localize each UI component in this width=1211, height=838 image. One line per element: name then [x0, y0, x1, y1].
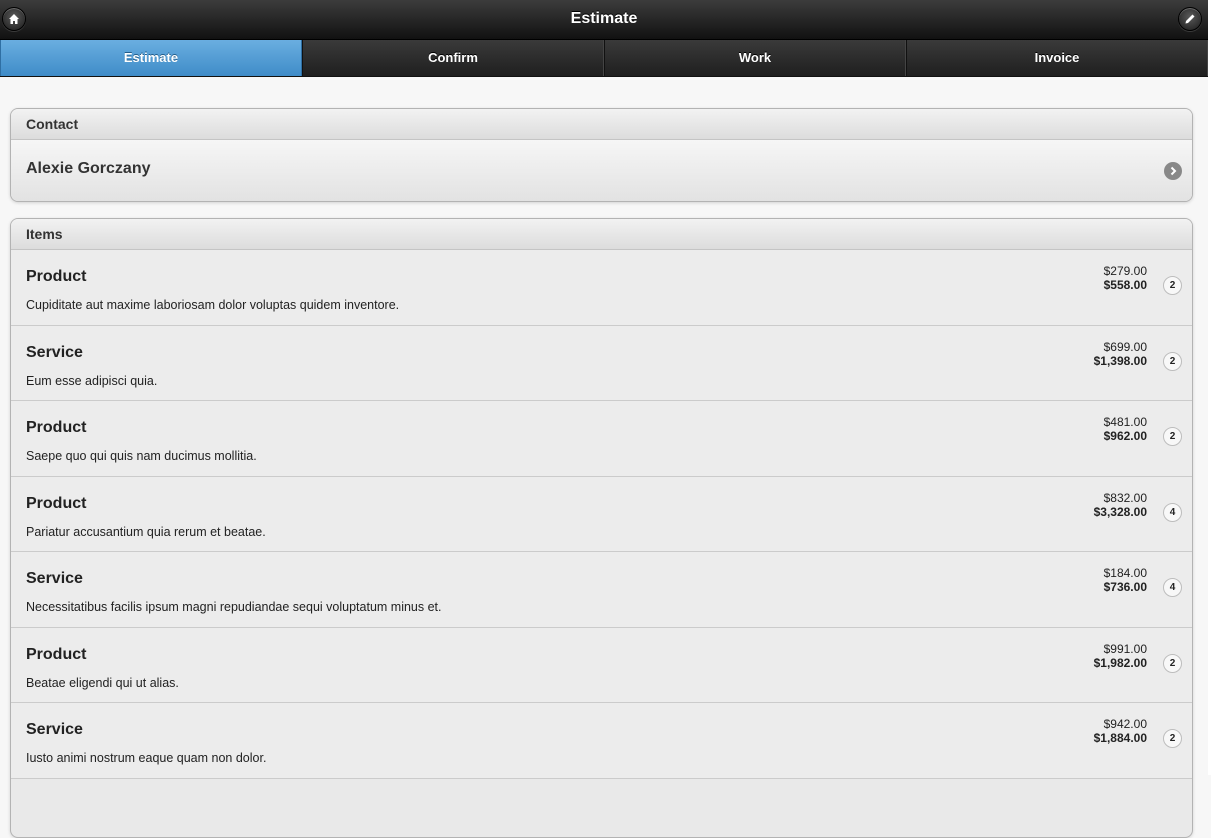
list-item[interactable]: Product Pariatur accusantium quia rerum … [11, 476, 1192, 552]
item-description: Pariatur accusantium quia rerum et beata… [26, 524, 266, 539]
quantity-badge: 2 [1163, 653, 1182, 673]
tab-work[interactable]: Work [604, 40, 906, 76]
item-unit-price: $942.00 [1103, 717, 1147, 731]
item-title: Product [26, 419, 87, 436]
home-icon [8, 13, 20, 25]
list-item[interactable]: Product Beatae eligendi qui ut alias. $9… [11, 627, 1192, 703]
item-total: $962.00 [1103, 429, 1147, 443]
quantity-badge: 2 [1163, 351, 1182, 371]
chevron-right-icon [1164, 162, 1182, 180]
edit-icon [1184, 13, 1196, 25]
item-prices: $279.00 $558.00 [1104, 264, 1147, 292]
quantity-badge: 4 [1163, 502, 1182, 522]
item-unit-price: $481.00 [1103, 415, 1147, 429]
item-title: Product [26, 645, 87, 663]
item-description: Cupiditate aut maxime laboriosam dolor v… [26, 298, 400, 312]
item-title: Service [26, 343, 83, 361]
item-total: $1,398.00 [1093, 353, 1147, 368]
tab-bar: Estimate Confirm Work Invoice [0, 40, 1208, 77]
item-title: Service [26, 570, 83, 587]
item-prices: $481.00 $962.00 [1104, 415, 1147, 443]
item-unit-price: $991.00 [1103, 641, 1147, 656]
item-prices: $832.00 $3,328.00 [1094, 491, 1147, 519]
quantity-badge: 4 [1163, 578, 1182, 597]
page-title: Estimate [570, 10, 638, 27]
list-item[interactable]: Service Iusto animi nostrum eaque quam n… [11, 703, 1192, 779]
item-description: Saepe quo qui quis nam ducimus mollitia. [26, 449, 257, 463]
quantity-badge: 2 [1163, 427, 1182, 446]
item-description: Eum esse adipisci quia. [26, 373, 158, 388]
item-title: Product [26, 268, 87, 285]
item-description: Necessitatibus facilis ipsum magni repud… [26, 600, 442, 614]
tab-invoice[interactable]: Invoice [906, 40, 1208, 76]
quantity-badge: 2 [1163, 276, 1182, 295]
item-description: Beatae eligendi qui ut alias. [26, 675, 179, 690]
item-unit-price: $184.00 [1103, 566, 1147, 580]
item-prices: $991.00 $1,982.00 [1094, 642, 1147, 670]
item-total: $1,982.00 [1093, 655, 1147, 670]
header-bar: Estimate [0, 0, 1208, 40]
contact-group: Contact Alexie Gorczany [10, 108, 1193, 202]
list-item[interactable]: Product Saepe quo qui quis nam ducimus m… [11, 401, 1192, 477]
list-item[interactable]: Product Cupiditate aut maxime laboriosam… [11, 250, 1192, 326]
item-prices: $942.00 $1,884.00 [1094, 717, 1147, 745]
edit-button[interactable] [1178, 7, 1202, 31]
item-unit-price: $832.00 [1103, 490, 1147, 505]
item-unit-price: $279.00 [1103, 264, 1147, 278]
item-description: Iusto animi nostrum eaque quam non dolor… [26, 751, 267, 765]
contact-heading: Contact [11, 109, 1192, 140]
home-button[interactable] [2, 7, 26, 31]
item-title: Service [26, 721, 83, 738]
list-item[interactable]: Service Necessitatibus facilis ipsum mag… [11, 552, 1192, 628]
item-title: Product [26, 494, 87, 512]
items-heading: Items [11, 219, 1192, 250]
contact-name: Alexie Gorczany [26, 160, 151, 177]
quantity-badge: 2 [1163, 729, 1182, 748]
item-total: $1,884.00 [1093, 731, 1147, 745]
tab-estimate[interactable]: Estimate [0, 40, 302, 76]
item-unit-price: $699.00 [1103, 339, 1147, 354]
item-total: $558.00 [1103, 278, 1147, 292]
contact-row[interactable]: Alexie Gorczany [11, 140, 1192, 201]
item-prices: $699.00 $1,398.00 [1094, 340, 1147, 368]
tab-confirm[interactable]: Confirm [302, 40, 604, 76]
items-group: Items Product Cupiditate aut maxime labo… [10, 218, 1193, 838]
item-total: $736.00 [1103, 580, 1147, 594]
list-item[interactable]: Service Eum esse adipisci quia. $699.00 … [11, 325, 1192, 401]
item-prices: $184.00 $736.00 [1104, 566, 1147, 594]
item-total: $3,328.00 [1093, 504, 1147, 519]
